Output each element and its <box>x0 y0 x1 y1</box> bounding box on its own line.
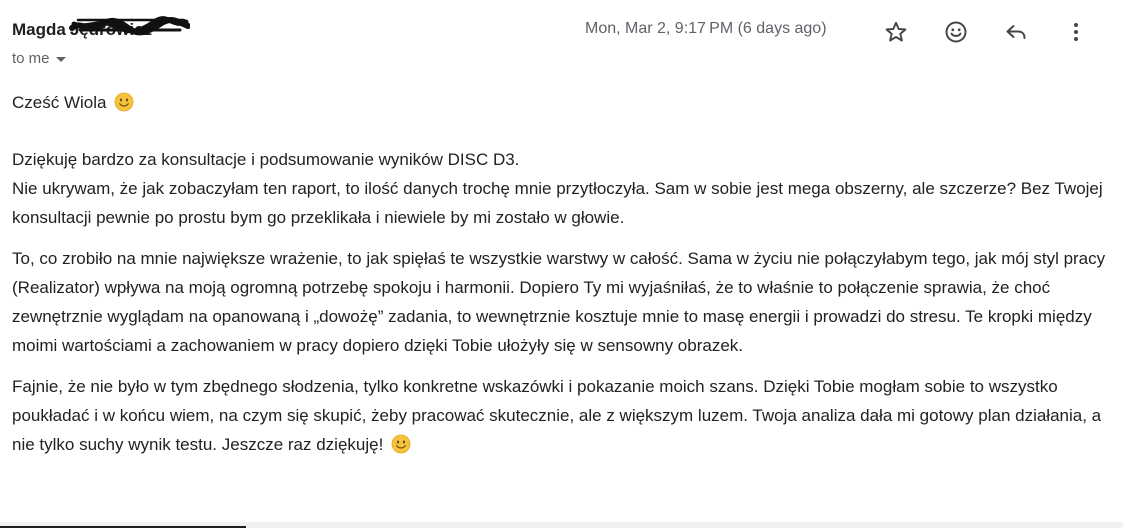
star-icon[interactable] <box>878 14 914 50</box>
sender-last-name-redacted: Jędrowicz <box>68 16 190 40</box>
slightly-smiling-face-emoji-icon <box>391 434 411 454</box>
paragraph-closing: Fajnie, że nie było w tym zbędnego słodz… <box>12 372 1112 459</box>
paragraph-closing-text: Fajnie, że nie było w tym zbędnego słodz… <box>12 377 1102 454</box>
recipient-details-toggle[interactable]: to me <box>12 50 66 67</box>
slightly-smiling-face-emoji-icon <box>114 92 134 112</box>
sender[interactable]: Magda Jędrowicz <box>12 16 190 40</box>
sender-first-name[interactable]: Magda <box>12 20 66 40</box>
horizontal-scrollbar[interactable] <box>0 522 1123 528</box>
paragraph-thanks-line1: Dziękuję bardzo za konsultacje i podsumo… <box>12 150 520 169</box>
more-vert-icon[interactable] <box>1058 14 1094 50</box>
message-body: Cześć Wiola Dziękuję bardzo za konsultac… <box>12 88 1112 471</box>
email-message: Magda Jędrowicz to me Mon, Mar 2, 9:17 P… <box>0 0 1123 528</box>
message-date: Mon, Mar 2, 9:17 PM (6 days ago) <box>585 20 827 37</box>
recipient-label: to me <box>12 50 50 67</box>
paragraph-thanks: Dziękuję bardzo za konsultacje i podsumo… <box>12 145 1112 232</box>
message-actions <box>878 14 1094 50</box>
redaction-scribble <box>68 16 190 36</box>
message-header: Magda Jędrowicz to me Mon, Mar 2, 9:17 P… <box>12 16 1123 78</box>
greeting-text: Cześć Wiola <box>12 93 107 112</box>
smiley-icon[interactable] <box>938 14 974 50</box>
greeting-paragraph: Cześć Wiola <box>12 88 1112 117</box>
paragraph-thanks-line2: Nie ukrywam, że jak zobaczyłam ten rapor… <box>12 179 1103 227</box>
reply-icon[interactable] <box>998 14 1034 50</box>
paragraph-impression: To, co zrobiło na mnie największe wrażen… <box>12 249 1106 355</box>
chevron-down-icon[interactable] <box>55 57 66 62</box>
